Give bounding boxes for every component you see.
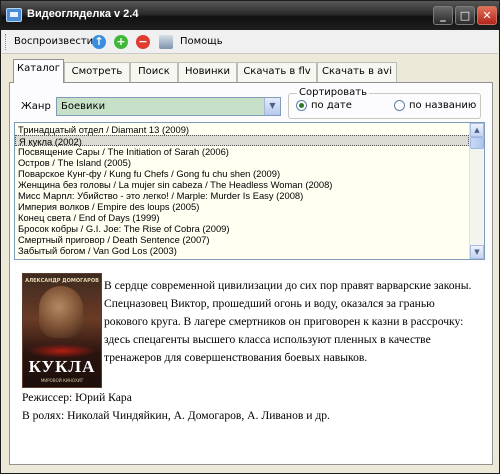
list-item[interactable]: Конец света / End of Days (1999) <box>18 212 160 223</box>
maximize-button[interactable]: □ <box>455 6 475 25</box>
list-item[interactable]: Смертный приговор / Death Sentence (2007… <box>18 234 210 245</box>
sort-legend: Сортировать <box>297 87 369 98</box>
list-item[interactable]: Остров / The Island (2005) <box>18 157 131 168</box>
minimize-button[interactable]: _ <box>433 6 453 25</box>
list-item[interactable]: Империя волков / Empire des loups (2005) <box>18 201 199 212</box>
list-item-selected[interactable]: Я кукла (2002) <box>15 135 469 147</box>
list-item[interactable]: Посвящение Сары / The Initiation of Sara… <box>18 146 229 157</box>
help-book-icon[interactable] <box>159 35 173 49</box>
toolbar-grip[interactable] <box>5 34 8 50</box>
tab-download-flv[interactable]: Скачать в flv <box>237 62 317 82</box>
genre-select[interactable]: Боевики ▼ <box>56 97 281 116</box>
play-button[interactable]: Воспроизвести <box>14 36 93 47</box>
movie-list[interactable]: Тринадцатый отдел / Diamant 13 (2009) Я … <box>14 122 485 260</box>
genre-label: Жанр <box>21 101 51 112</box>
window-title: Видеогляделка v 2.4 <box>27 8 139 20</box>
description-block: В сердце современной цивилизации до сих … <box>22 277 480 403</box>
sort-name-label[interactable]: по названию <box>409 100 476 111</box>
list-item[interactable]: Мисс Марпл: Убийство - это легко! / Marp… <box>18 190 303 201</box>
tab-watch[interactable]: Смотреть <box>64 62 130 82</box>
scroll-thumb[interactable] <box>470 137 484 149</box>
movie-cast: В ролях: Николай Чиндяйкин, А. Домогаров… <box>22 409 330 422</box>
chevron-down-icon[interactable]: ▼ <box>264 98 280 115</box>
sort-date-radio[interactable] <box>296 100 307 111</box>
scroll-down-icon[interactable]: ▼ <box>470 245 484 259</box>
help-button[interactable]: Помощь <box>180 36 223 47</box>
tab-catalog[interactable]: Каталог <box>13 59 64 83</box>
movie-director: Режиссер: Юрий Кара <box>22 391 132 404</box>
title-bar[interactable]: Видеогляделка v 2.4 _ □ ✕ <box>1 1 499 30</box>
list-item[interactable]: Тринадцатый отдел / Diamant 13 (2009) <box>18 124 189 135</box>
list-item[interactable]: Женщина без головы / La mujer sin cabeza… <box>18 179 332 190</box>
scroll-up-icon[interactable]: ▲ <box>470 123 484 137</box>
delete-icon[interactable]: − <box>136 35 150 49</box>
add-icon[interactable]: + <box>114 35 128 49</box>
app-icon <box>6 8 22 22</box>
app-window: Видеогляделка v 2.4 _ □ ✕ Воспроизвести … <box>0 0 500 474</box>
tab-download-avi[interactable]: Скачать в avi <box>317 62 397 82</box>
list-item[interactable]: Бросок кобры / G.I. Joe: The Rise of Cob… <box>18 223 230 234</box>
sort-name-radio[interactable] <box>394 100 405 111</box>
tab-search[interactable]: Поиск <box>130 62 178 82</box>
genre-value: Боевики <box>61 101 106 112</box>
list-scrollbar[interactable]: ▲ ▼ <box>469 123 484 259</box>
movie-description: В сердце современной цивилизации до сих … <box>104 279 472 364</box>
tab-new[interactable]: Новинки <box>178 62 237 82</box>
close-button[interactable]: ✕ <box>477 6 497 25</box>
sort-date-label[interactable]: по дате <box>311 100 352 111</box>
toolbar: Воспроизвести ↑ + − Помощь <box>2 30 498 54</box>
list-item[interactable]: Поварское Кунг-фу / Kung fu Chefs / Gong… <box>18 168 280 179</box>
up-arrow-icon[interactable]: ↑ <box>92 35 106 49</box>
list-item[interactable]: Забытый богом / Van God Los (2003) <box>18 245 177 256</box>
